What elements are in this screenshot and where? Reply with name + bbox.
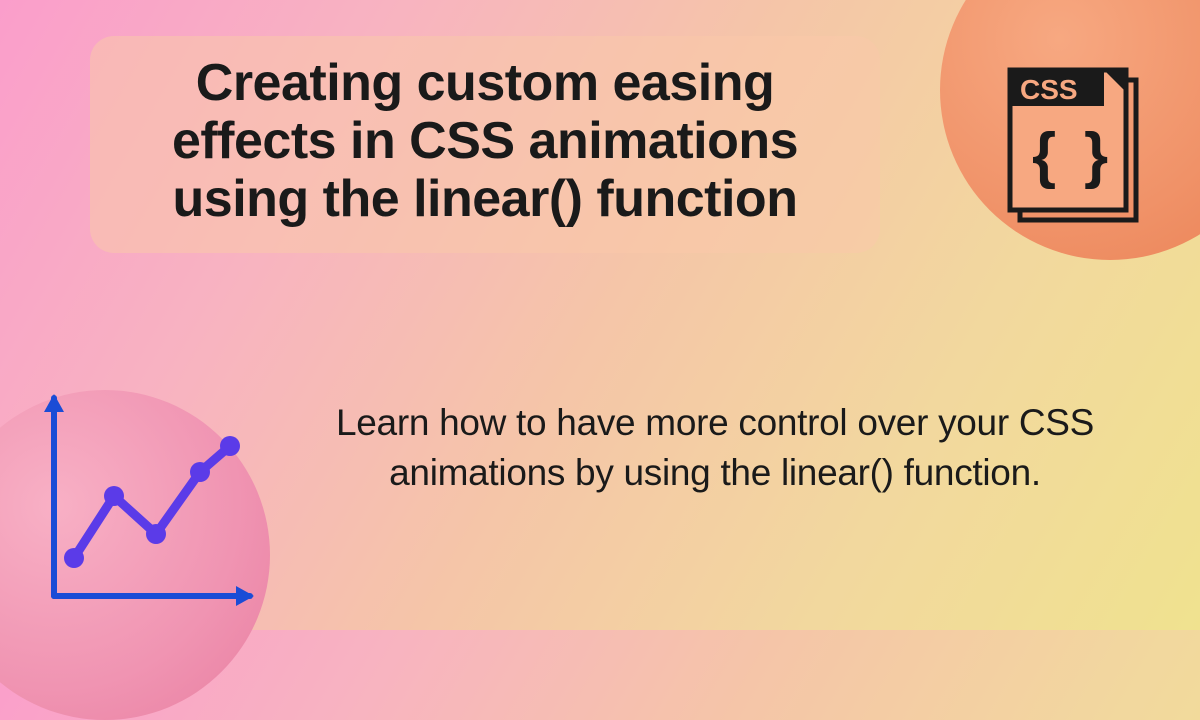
line-chart-icon <box>32 386 262 616</box>
css-file-icon: CSS { } <box>1006 66 1144 224</box>
svg-text:}: } <box>1084 121 1108 190</box>
page-title: Creating custom easing effects in CSS an… <box>126 54 844 229</box>
page-subtitle: Learn how to have more control over your… <box>290 398 1140 498</box>
svg-text:{: { <box>1032 121 1056 190</box>
css-label-text: CSS <box>1020 74 1078 105</box>
title-container: Creating custom easing effects in CSS an… <box>90 36 880 253</box>
